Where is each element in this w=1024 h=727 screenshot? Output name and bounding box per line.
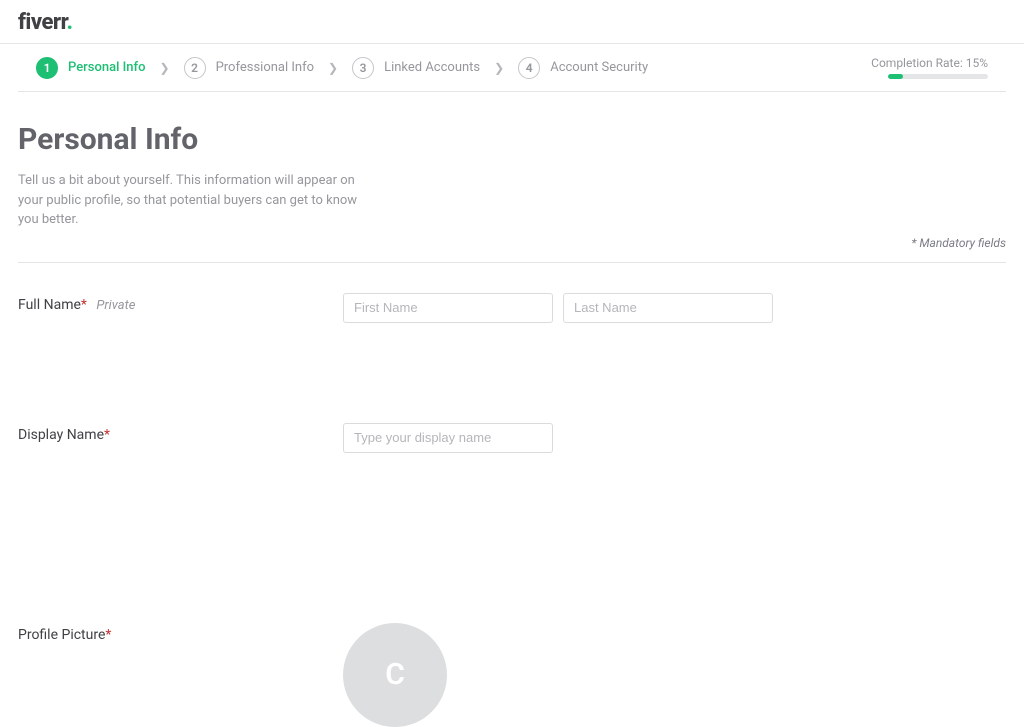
topbar: fiverr. xyxy=(0,0,1024,44)
private-tag: Private xyxy=(96,298,135,313)
label-text: Full Name xyxy=(18,297,81,313)
step-linked-accounts[interactable]: 3 Linked Accounts xyxy=(352,57,480,79)
label-text: Display Name xyxy=(18,427,104,443)
step-label: Professional Info xyxy=(216,60,314,75)
completion-widget: Completion Rate: 15% xyxy=(871,56,988,79)
step-number: 2 xyxy=(184,57,206,79)
chevron-right-icon: ❯ xyxy=(160,61,170,75)
logo-dot: . xyxy=(67,10,73,35)
field-display-name xyxy=(343,423,553,453)
step-number: 3 xyxy=(352,57,374,79)
page-title: Personal Info xyxy=(18,122,1006,157)
step-professional-info[interactable]: 2 Professional Info xyxy=(184,57,314,79)
mandatory-row: * Mandatory fields xyxy=(18,236,1006,263)
field-profile-picture: C xyxy=(343,623,447,727)
step-personal-info[interactable]: 1 Personal Info xyxy=(36,57,146,79)
page-subtitle: Tell us a bit about yourself. This infor… xyxy=(18,171,378,230)
logo[interactable]: fiverr. xyxy=(18,10,73,35)
content-inner: Personal Info Tell us a bit about yourse… xyxy=(18,91,1006,727)
content: Personal Info Tell us a bit about yourse… xyxy=(0,91,1024,727)
chevron-right-icon: ❯ xyxy=(494,61,504,75)
field-full-name xyxy=(343,293,773,323)
step-number: 1 xyxy=(36,57,58,79)
progress-fill xyxy=(888,74,903,79)
display-name-input[interactable] xyxy=(343,423,553,453)
row-full-name: Full Name* Private xyxy=(18,263,1006,393)
label-full-name: Full Name* Private xyxy=(18,293,343,313)
asterisk-icon: * xyxy=(105,627,111,643)
first-name-input[interactable] xyxy=(343,293,553,323)
last-name-input[interactable] xyxy=(563,293,773,323)
chevron-right-icon: ❯ xyxy=(328,61,338,75)
avatar[interactable]: C xyxy=(343,623,447,727)
logo-text: fiverr xyxy=(18,10,67,35)
label-display-name: Display Name* xyxy=(18,423,343,443)
step-number: 4 xyxy=(518,57,540,79)
row-display-name: Display Name* xyxy=(18,393,1006,593)
avatar-initial: C xyxy=(385,657,405,692)
asterisk-icon: * xyxy=(81,297,87,313)
stepper-row: 1 Personal Info ❯ 2 Professional Info ❯ … xyxy=(0,44,1024,91)
step-label: Linked Accounts xyxy=(384,60,480,75)
row-profile-picture: Profile Picture* C xyxy=(18,593,1006,727)
step-account-security[interactable]: 4 Account Security xyxy=(518,57,648,79)
label-text: Profile Picture xyxy=(18,627,105,643)
stepper: 1 Personal Info ❯ 2 Professional Info ❯ … xyxy=(36,57,648,79)
label-profile-picture: Profile Picture* xyxy=(18,623,343,643)
step-label: Account Security xyxy=(550,60,648,75)
completion-label: Completion Rate: 15% xyxy=(871,56,988,70)
mandatory-note: * Mandatory fields xyxy=(911,236,1006,250)
progress-bar xyxy=(888,74,988,79)
step-label: Personal Info xyxy=(68,60,146,75)
asterisk-icon: * xyxy=(104,427,110,443)
